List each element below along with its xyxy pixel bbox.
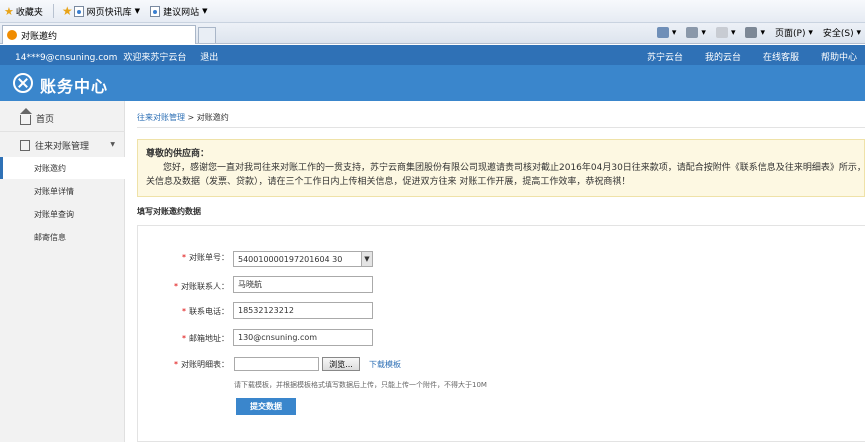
top-link-online-service[interactable]: 在线客服 bbox=[763, 50, 799, 63]
notice-text-line1: 您好，感谢您一直对我司往来对账工作的一贯支持，苏宁云商集团股份有限公司现邀请贵司… bbox=[163, 163, 865, 173]
section-title: 填写对账邀约数据 bbox=[137, 207, 201, 216]
favorites-label: 收藏夹 bbox=[15, 7, 43, 18]
top-link-my-yuntai[interactable]: 我的云台 bbox=[705, 50, 741, 63]
sidebar-item-label: 对账单查询 bbox=[34, 209, 74, 219]
fav-item-label: 建议网站 bbox=[163, 7, 200, 18]
logout-link[interactable]: 退出 bbox=[200, 53, 218, 63]
submit-button[interactable]: 提交数据 bbox=[236, 398, 296, 415]
sidebar-item-mailing[interactable]: 邮寄信息 bbox=[0, 226, 125, 248]
required-marker: * bbox=[182, 334, 186, 343]
site-favicon-icon bbox=[7, 30, 17, 40]
site-top-bar: 14***9@cnsuning.com 欢迎来苏宁云台 退出 苏宁云台 我的云台… bbox=[0, 45, 865, 65]
browser-tab-bar: 对账邀约 ▾ ▾ ▾ ▾ 页面(P) ▾ 安全(S) ▾ bbox=[0, 23, 865, 44]
chevron-down-icon: ▼ bbox=[202, 7, 208, 15]
notice-title: 尊敬的供应商： bbox=[146, 149, 210, 159]
sidebar-group-reconciliation[interactable]: 往来对账管理 ▼ bbox=[0, 134, 125, 156]
mail-icon bbox=[715, 27, 728, 38]
browse-button[interactable]: 浏览... bbox=[322, 357, 360, 371]
divider bbox=[52, 4, 54, 18]
sidebar: 首页 往来对账管理 ▼ 对账邀约 对账单详情 对账单查询 邮寄信息 bbox=[0, 101, 125, 442]
sidebar-item-label: 对账单详情 bbox=[34, 186, 74, 196]
home-icon bbox=[656, 27, 669, 38]
top-link-suning-yuntai[interactable]: 苏宁云台 bbox=[647, 50, 683, 63]
bill-no-select[interactable]: 540010000197201604 30 ▼ bbox=[233, 251, 373, 267]
print-icon bbox=[745, 27, 758, 38]
fav-item-suggested-sites[interactable]: 建议网站 ▼ bbox=[150, 5, 207, 18]
fav-item-label: 网页快讯库 bbox=[86, 7, 132, 18]
page-menu-label: 页面(P) bbox=[775, 29, 806, 39]
email-label-wrap: * 邮箱地址： bbox=[137, 333, 229, 345]
fav-item-webslice[interactable]: 网页快讯库 ▼ bbox=[73, 5, 141, 18]
chevron-down-icon: ▼ bbox=[110, 141, 115, 148]
notice-text-line2: 关信息及数据（发票、贷款），请在三个工作日内上传相关信息，促进双方往来 对账工作… bbox=[146, 177, 631, 187]
welcome-text: 欢迎来苏宁云台 bbox=[123, 53, 187, 63]
safety-menu[interactable]: 安全(S) ▾ bbox=[822, 26, 861, 40]
breadcrumb-current: 对账邀约 bbox=[196, 113, 229, 122]
bill-no-label: 对账单号： bbox=[189, 253, 229, 262]
page-title: 账务中心 bbox=[40, 77, 109, 96]
rss-feed-icon bbox=[686, 27, 699, 38]
chevron-down-icon[interactable]: ▼ bbox=[361, 252, 372, 266]
home-icon bbox=[20, 108, 32, 125]
home-button[interactable]: ▾ bbox=[656, 27, 676, 38]
favorites-button[interactable]: ★ 收藏夹 bbox=[4, 5, 43, 18]
user-account: 14***9@cnsuning.com bbox=[15, 53, 118, 63]
required-marker: * bbox=[174, 282, 178, 291]
required-marker: * bbox=[182, 253, 186, 262]
feeds-button[interactable]: ▾ bbox=[686, 27, 706, 38]
email-input[interactable]: 130@cnsuning.com bbox=[233, 329, 373, 346]
command-bar: ▾ ▾ ▾ ▾ 页面(P) ▾ 安全(S) ▾ bbox=[647, 26, 861, 39]
divider bbox=[137, 127, 865, 128]
contact-input[interactable]: 马晓航 bbox=[233, 276, 373, 293]
breadcrumb: 往来对账管理 > 对账邀约 bbox=[137, 112, 229, 123]
download-template-link[interactable]: 下载模板 bbox=[369, 359, 401, 370]
favorites-star-icon: ★ bbox=[4, 4, 14, 18]
document-icon bbox=[20, 139, 30, 151]
new-tab-button[interactable] bbox=[198, 27, 216, 43]
contact-value: 马晓航 bbox=[238, 280, 262, 289]
finance-logo-icon bbox=[13, 73, 33, 93]
sidebar-item-invitation[interactable]: 对账邀约 bbox=[0, 157, 125, 179]
phone-value: 18532123212 bbox=[238, 306, 294, 315]
email-label: 邮箱地址： bbox=[189, 334, 229, 343]
required-marker: * bbox=[174, 360, 178, 369]
page-menu[interactable]: 页面(P) ▾ bbox=[775, 26, 813, 40]
email-value: 130@cnsuning.com bbox=[238, 333, 318, 342]
phone-label: 联系电话： bbox=[189, 307, 229, 316]
sidebar-item-home[interactable]: 首页 bbox=[0, 106, 125, 132]
sidebar-group-label: 往来对账管理 bbox=[35, 141, 90, 152]
chevron-down-icon: ▼ bbox=[134, 7, 141, 15]
file-path-input[interactable] bbox=[234, 357, 319, 371]
sidebar-item-detail[interactable]: 对账单详情 bbox=[0, 180, 125, 202]
contact-label-wrap: * 对账联系人： bbox=[137, 281, 229, 293]
mail-button[interactable]: ▾ bbox=[715, 27, 735, 38]
breadcrumb-parent-link[interactable]: 往来对账管理 bbox=[137, 113, 185, 122]
phone-input[interactable]: 18532123212 bbox=[233, 302, 373, 319]
print-button[interactable]: ▾ bbox=[745, 27, 765, 38]
browser-tab[interactable]: 对账邀约 bbox=[2, 25, 196, 44]
breadcrumb-separator: > bbox=[187, 113, 195, 122]
safety-menu-label: 安全(S) bbox=[822, 29, 854, 39]
bill-no-label-wrap: * 对账单号： bbox=[137, 252, 229, 264]
detail-label: 对账明细表： bbox=[181, 360, 229, 369]
sidebar-item-label: 对账邀约 bbox=[34, 163, 66, 173]
sidebar-item-label: 邮寄信息 bbox=[34, 232, 66, 242]
add-favorite-icon[interactable]: ★ bbox=[62, 4, 73, 18]
sidebar-item-label: 首页 bbox=[36, 115, 55, 125]
browser-favorites-bar: ★ 收藏夹 ★ 网页快讯库 ▼ 建议网站 ▼ bbox=[0, 0, 865, 23]
required-marker: * bbox=[182, 307, 186, 316]
page-icon bbox=[150, 5, 161, 17]
sidebar-item-query[interactable]: 对账单查询 bbox=[0, 203, 125, 225]
upload-hint: 请下载模板，并根据模板格式填写数据后上传，只能上传一个附件，不得大于10M bbox=[234, 381, 487, 389]
detail-label-wrap: * 对账明细表： bbox=[137, 359, 229, 371]
page-icon bbox=[73, 5, 84, 17]
notice-box: 尊敬的供应商： 您好，感谢您一直对我司往来对账工作的一贯支持，苏宁云商集团股份有… bbox=[137, 139, 865, 197]
top-link-help-center[interactable]: 帮助中心 bbox=[821, 50, 857, 63]
tab-title: 对账邀约 bbox=[21, 31, 58, 42]
phone-label-wrap: * 联系电话： bbox=[137, 306, 229, 318]
bill-no-value: 540010000197201604 30 bbox=[238, 254, 343, 264]
contact-label: 对账联系人： bbox=[181, 282, 229, 291]
page-header: 账务中心 bbox=[0, 65, 865, 101]
